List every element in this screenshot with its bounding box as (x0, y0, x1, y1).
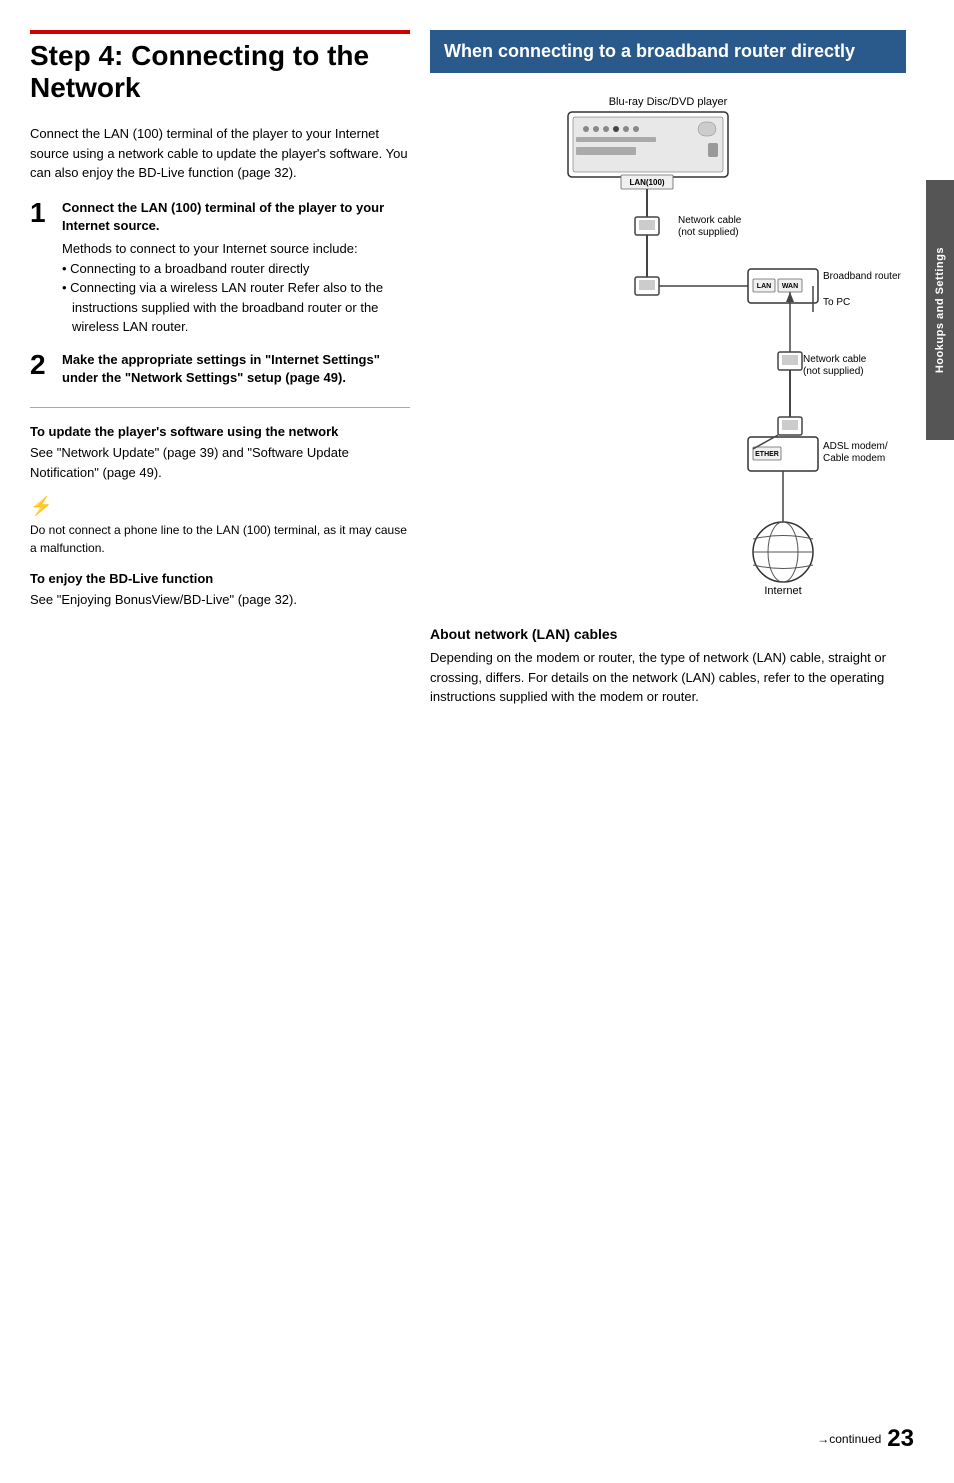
step-2-content: Make the appropriate settings in "Intern… (62, 351, 410, 391)
step-2-title: Make the appropriate settings in "Intern… (62, 351, 410, 387)
svg-text:Network cable: Network cable (678, 215, 742, 226)
svg-text:Internet: Internet (764, 585, 801, 597)
step-1-number: 1 (30, 199, 52, 337)
bullet-1: Connecting to a broadband router directl… (62, 259, 410, 279)
svg-text:LAN: LAN (757, 283, 771, 290)
page-title: Step 4: Connecting to the Network (30, 30, 410, 108)
right-header: When connecting to a broadband router di… (430, 30, 906, 73)
svg-text:(not supplied): (not supplied) (803, 366, 864, 377)
svg-text:LAN(100): LAN(100) (629, 178, 664, 187)
svg-text:Broadband router: Broadband router (823, 271, 902, 282)
svg-text:To PC: To PC (823, 297, 850, 308)
bdlive-text: See "Enjoying BonusView/BD-Live" (page 3… (30, 590, 410, 610)
continued-arrow: →continued (817, 1432, 881, 1446)
step-1-title: Connect the LAN (100) terminal of the pl… (62, 199, 410, 235)
svg-text:(not supplied): (not supplied) (678, 227, 739, 238)
step-2-number: 2 (30, 351, 52, 391)
about-text: Depending on the modem or router, the ty… (430, 648, 906, 707)
step-2: 2 Make the appropriate settings in "Inte… (30, 351, 410, 391)
intro-text: Connect the LAN (100) terminal of the pl… (30, 124, 410, 183)
warning-icon: ⚡ (30, 496, 410, 517)
side-tab-label: Hookups and Settings (934, 247, 946, 373)
step-1: 1 Connect the LAN (100) terminal of the … (30, 199, 410, 337)
svg-text:Blu-ray Disc/DVD player: Blu-ray Disc/DVD player (609, 96, 728, 108)
svg-text:ETHER: ETHER (755, 451, 779, 458)
svg-text:Cable modem: Cable modem (823, 453, 885, 464)
update-text: See "Network Update" (page 39) and "Soft… (30, 443, 410, 482)
step-1-content: Connect the LAN (100) terminal of the pl… (62, 199, 410, 337)
warning-text: Do not connect a phone line to the LAN (… (30, 521, 410, 557)
svg-text:ADSL modem/: ADSL modem/ (823, 441, 888, 452)
page-container: Hookups and Settings Step 4: Connecting … (0, 0, 954, 1483)
right-column: When connecting to a broadband router di… (430, 30, 906, 1423)
about-heading: About network (LAN) cables (430, 626, 906, 642)
main-content: Step 4: Connecting to the Network Connec… (0, 0, 926, 1483)
step-1-bullets: Connecting to a broadband router directl… (62, 259, 410, 337)
diagram-area: Blu-ray Disc/DVD player (430, 87, 906, 610)
side-tab: Hookups and Settings (926, 180, 954, 440)
bdlive-heading: To enjoy the BD-Live function (30, 571, 410, 586)
bullet-2: Connecting via a wireless LAN router Ref… (62, 278, 410, 337)
update-heading: To update the player's software using th… (30, 424, 410, 439)
page-number-area: →continued 23 (817, 1425, 914, 1453)
page-number: 23 (887, 1425, 914, 1453)
step-1-body: Methods to connect to your Internet sour… (62, 239, 410, 259)
svg-text:WAN: WAN (782, 283, 798, 290)
svg-text:Network cable: Network cable (803, 354, 867, 365)
divider-1 (30, 407, 410, 408)
network-diagram: Blu-ray Disc/DVD player (430, 87, 906, 607)
left-column: Step 4: Connecting to the Network Connec… (30, 30, 410, 1423)
